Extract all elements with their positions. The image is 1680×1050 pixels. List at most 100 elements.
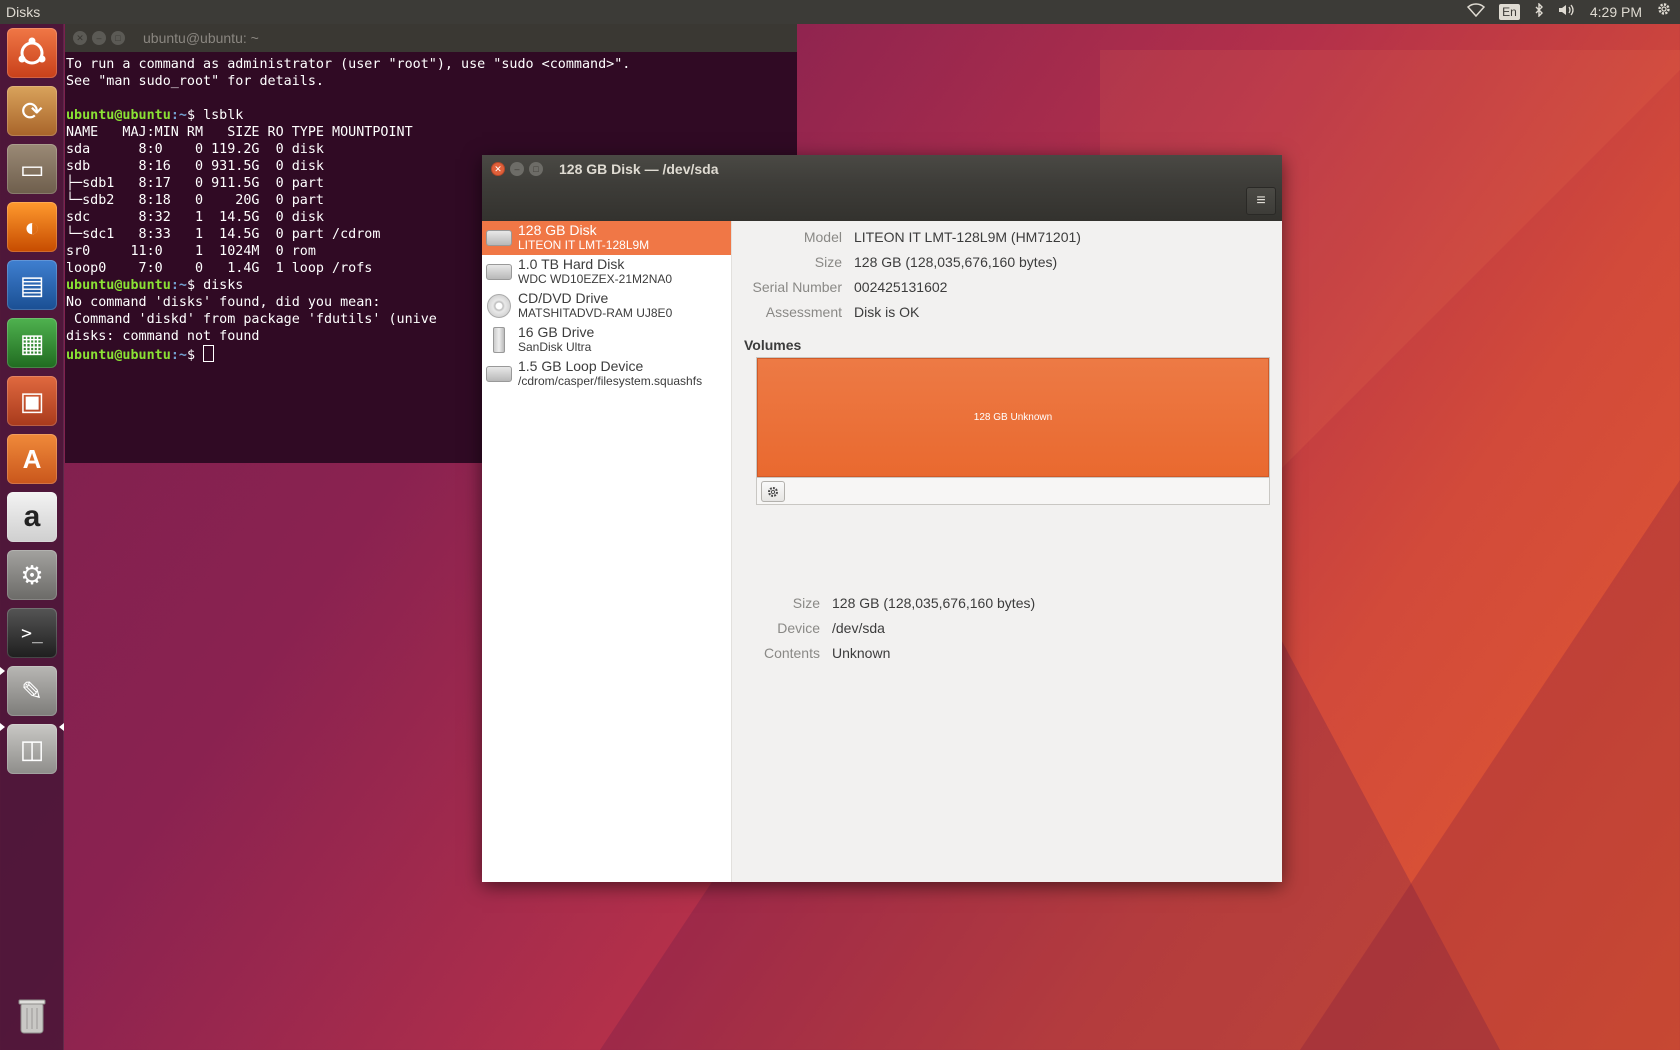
serial-row: Serial Number 002425131602 — [732, 277, 948, 297]
partition-label: 128 GB Unknown — [973, 412, 1053, 423]
clock[interactable]: 4:29 PM — [1590, 4, 1642, 20]
firefox-icon: ◐ — [24, 211, 40, 242]
device-model: /cdrom/casper/filesystem.squashfs — [518, 374, 703, 388]
trash-icon — [18, 999, 46, 1034]
active-app-name: Disks — [6, 4, 41, 20]
ubuntu-software-button[interactable]: A — [7, 434, 57, 484]
ubuntu-dash-button[interactable] — [7, 28, 57, 78]
running-indicator — [0, 667, 5, 675]
running-indicator — [0, 723, 5, 731]
device-item-sdb[interactable]: 1.0 TB Hard Disk WDC WD10EZEX-21M2NA0 — [482, 255, 731, 289]
impress-button[interactable]: ▣ — [7, 376, 57, 426]
device-name: CD/DVD Drive — [518, 290, 609, 306]
disks-button[interactable]: ◫ — [7, 724, 57, 774]
device-model: SanDisk Ultra — [518, 340, 592, 354]
volume-device-label: Device — [777, 620, 820, 636]
close-icon[interactable]: ✕ — [491, 162, 505, 176]
files-button[interactable]: ▭ — [7, 144, 57, 194]
disks-tools-button[interactable]: ✎ — [7, 666, 57, 716]
focused-indicator — [59, 723, 64, 731]
keyboard-layout-indicator[interactable]: En — [1499, 4, 1520, 20]
device-item-loop[interactable]: 1.5 GB Loop Device/cdrom/casper/filesyst… — [482, 357, 731, 391]
partition-options-button[interactable] — [761, 481, 785, 502]
firefox-button[interactable]: ◐ — [7, 202, 57, 252]
partition-block[interactable]: 128 GB Unknown — [757, 358, 1269, 477]
device-model: WDC WD10EZEX-21M2NA0 — [518, 272, 673, 286]
wifi-icon[interactable] — [1467, 0, 1486, 24]
close-icon[interactable]: ✕ — [73, 31, 87, 45]
model-value: LITEON IT LMT-128L9M (HM71201) — [854, 229, 1081, 245]
volume-contents-label: Contents — [763, 645, 820, 661]
gears-icon — [768, 486, 778, 497]
assessment-row: Assessment Disk is OK — [732, 302, 920, 322]
maximize-icon[interactable]: □ — [529, 162, 543, 176]
amazon-icon: a — [23, 500, 41, 533]
settings-gear-icon[interactable] — [1656, 0, 1672, 24]
minimize-icon[interactable]: – — [510, 162, 524, 176]
indicator-area: En 4:29 PM — [1467, 0, 1680, 24]
volume-map: 128 GB Unknown — [756, 357, 1270, 505]
volume-toolbar — [757, 477, 1269, 504]
app-menu-button[interactable]: ≡ — [1246, 187, 1276, 215]
disks-content: 128 GB Disk LITEON IT LMT-128L9M 1.0 TB H… — [482, 221, 1282, 882]
launcher: ⟳ ▭ ◐ ▤ ▦ ▣ A a ⚙ >_ ✎ ◫ — [0, 24, 64, 1050]
terminal-titlebar[interactable]: ✕ – □ ubuntu@ubuntu: ~ — [65, 24, 797, 52]
software-updater-button[interactable]: ⟳ — [7, 86, 57, 136]
wrench-icon: ✎ — [21, 675, 43, 706]
calc-button[interactable]: ▦ — [7, 318, 57, 368]
trash-button[interactable] — [7, 990, 57, 1040]
device-item-sda[interactable]: 128 GB Disk LITEON IT LMT-128L9M — [482, 221, 731, 255]
disks-window[interactable]: ✕ – □ 128 GB Disk — /dev/sda ≡ 128 GB Di… — [482, 155, 1282, 882]
serial-value: 002425131602 — [854, 279, 948, 295]
top-panel: Disks En 4:29 PM — [0, 0, 1680, 24]
size-label: Size — [814, 254, 842, 270]
optical-disc-icon — [484, 293, 514, 319]
terminal-cursor — [203, 345, 215, 362]
loop-device-icon — [484, 361, 514, 387]
hard-disk-icon — [484, 259, 514, 285]
maximize-icon[interactable]: □ — [111, 31, 125, 45]
hard-disk-icon — [484, 225, 514, 251]
volume-size-label: Size — [792, 595, 820, 611]
terminal-title: ubuntu@ubuntu: ~ — [143, 30, 259, 46]
volume-contents-row: Contents Unknown — [732, 643, 890, 663]
volume-size-row: Size 128 GB (128,035,676,160 bytes) — [732, 593, 1035, 613]
volumes-heading: Volumes — [744, 337, 802, 353]
device-model: LITEON IT LMT-128L9M — [518, 238, 650, 252]
system-settings-button[interactable]: ⚙ — [7, 550, 57, 600]
disks-toolbar: ≡ — [482, 183, 1282, 221]
terminal-button[interactable]: >_ — [7, 608, 57, 658]
volume-device-row: Device /dev/sda — [732, 618, 885, 638]
terminal-icon: >_ — [21, 622, 43, 644]
impress-icon: ▣ — [19, 385, 45, 416]
device-item-cdrom[interactable]: CD/DVD Drive MATSHITADVD-RAM UJ8E0 — [482, 289, 731, 323]
model-label: Model — [803, 229, 842, 245]
device-name: 16 GB Drive — [518, 324, 595, 340]
assessment-value: Disk is OK — [854, 304, 920, 320]
volume-icon[interactable] — [1558, 0, 1576, 24]
hamburger-menu-icon: ≡ — [1256, 192, 1266, 209]
writer-button[interactable]: ▤ — [7, 260, 57, 310]
device-name: 1.0 TB Hard Disk — [518, 256, 625, 272]
volume-size-value: 128 GB (128,035,676,160 bytes) — [832, 595, 1036, 611]
calc-icon: ▦ — [19, 327, 45, 358]
software-center-icon: A — [22, 443, 42, 474]
serial-label: Serial Number — [752, 279, 842, 295]
system-settings-icon: ⚙ — [20, 559, 44, 590]
model-row: Model LITEON IT LMT-128L9M (HM71201) — [732, 227, 1081, 247]
size-value: 128 GB (128,035,676,160 bytes) — [854, 254, 1058, 270]
bluetooth-icon[interactable] — [1534, 0, 1544, 24]
usb-drive-icon — [484, 327, 514, 353]
files-icon: ▭ — [19, 153, 45, 184]
minimize-icon[interactable]: – — [92, 31, 106, 45]
amazon-button[interactable]: a — [7, 492, 57, 542]
size-row: Size 128 GB (128,035,676,160 bytes) — [732, 252, 1057, 272]
wallpaper-shape — [1300, 480, 1680, 1050]
ubuntu-logo-icon — [18, 37, 46, 65]
device-name: 1.5 GB Loop Device — [518, 358, 644, 374]
drive-details: Model LITEON IT LMT-128L9M (HM71201) Siz… — [732, 221, 1282, 882]
disks-titlebar[interactable]: ✕ – □ 128 GB Disk — /dev/sda — [482, 155, 1282, 183]
device-list: 128 GB Disk LITEON IT LMT-128L9M 1.0 TB H… — [482, 221, 732, 882]
device-name: 128 GB Disk — [518, 222, 597, 238]
device-item-usb[interactable]: 16 GB Drive SanDisk Ultra — [482, 323, 731, 357]
